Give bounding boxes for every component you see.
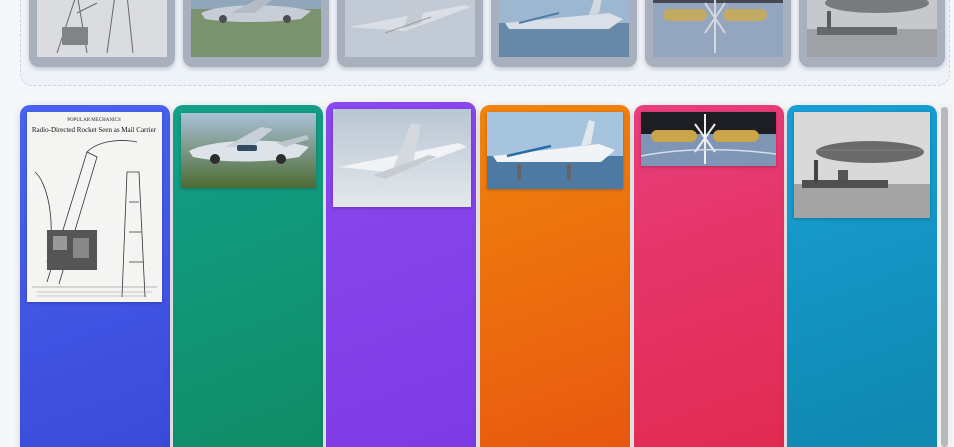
column-blue[interactable]: POPULAR MECHANICS Radio-Directed Rocket … (20, 105, 170, 447)
ekranoplan-image (499, 0, 629, 57)
vertical-scrollbar-thumb[interactable] (941, 107, 948, 447)
article-headline: Radio-Directed Rocket Seen as Mail Carri… (32, 126, 157, 134)
card-space-station[interactable] (641, 112, 776, 166)
column-sky[interactable] (787, 105, 937, 447)
space-station-image (653, 0, 783, 57)
card-zeppelin[interactable] (794, 112, 930, 218)
column-pink[interactable] (634, 105, 784, 447)
concorde-image (345, 0, 475, 57)
flying-car-image (191, 0, 321, 57)
thumbnail-concorde[interactable] (337, 0, 483, 67)
thumbnail-ekranoplan[interactable] (491, 0, 637, 67)
thumbnail-rocket-article[interactable] (29, 0, 175, 67)
column-teal[interactable] (173, 105, 323, 447)
board: POPULAR MECHANICS Radio-Directed Rocket … (0, 0, 954, 447)
thumbnail-space-station[interactable] (645, 0, 791, 67)
card-flying-car[interactable] (181, 113, 316, 188)
card-concorde[interactable] (333, 109, 471, 207)
card-rocket-article[interactable]: POPULAR MECHANICS Radio-Directed Rocket … (27, 112, 162, 302)
rocket-article-image (37, 0, 167, 57)
article-header: POPULAR MECHANICS (67, 118, 121, 123)
card-ekranoplan[interactable] (487, 112, 623, 189)
thumbnail-zeppelin[interactable] (799, 0, 945, 67)
zeppelin-image (807, 0, 937, 57)
thumbnail-flying-car[interactable] (183, 0, 329, 67)
column-orange[interactable] (480, 105, 630, 447)
thumbnail-strip (20, 0, 950, 86)
column-purple[interactable] (326, 102, 476, 447)
